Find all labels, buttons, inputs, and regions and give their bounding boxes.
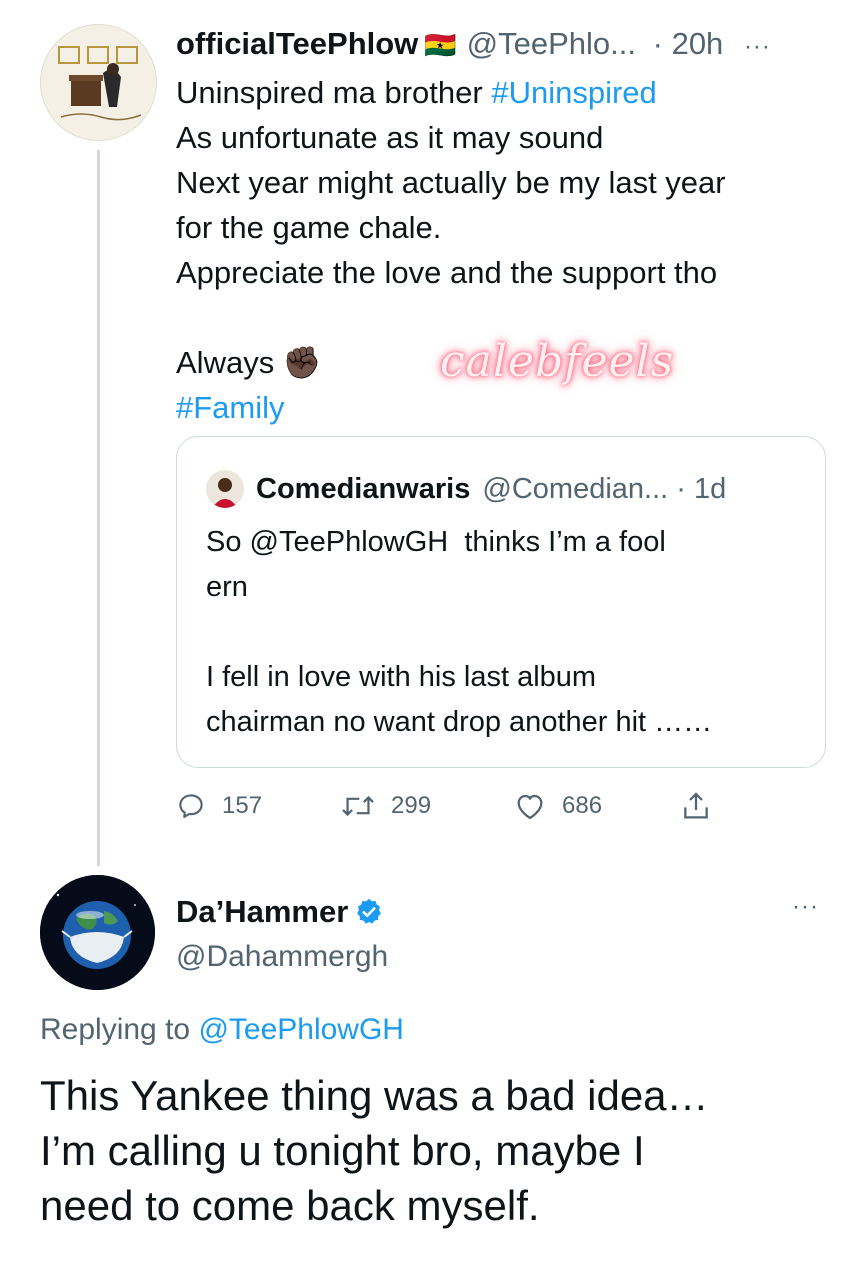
replying-to-mention-link[interactable]: @TeePhlowGH <box>198 1013 404 1046</box>
reply-icon <box>179 794 203 818</box>
quoted-author-handle[interactable]: @Comedian... <box>482 473 668 505</box>
like-button[interactable]: 686 <box>514 786 602 826</box>
tweet-body-line: Uninspired ma brother #Uninspired <box>176 70 826 115</box>
retweet-button[interactable]: 299 <box>341 786 431 826</box>
reply-author-avatar[interactable] <box>40 875 155 990</box>
tweet-body-text: As unfortunate as it may sound <box>176 120 604 155</box>
more-options-icon[interactable]: ··· <box>744 33 771 60</box>
tweet-body-line: Appreciate the love and the support tho <box>176 250 826 295</box>
album-art-avatar-image <box>41 25 156 140</box>
ghana-flag-icon: 🇬🇭 <box>424 30 457 60</box>
person-avatar-image <box>206 470 244 508</box>
tweet-body-line: #Family <box>176 385 826 430</box>
quoted-author-name[interactable]: Comedianwaris <box>256 473 470 505</box>
share-icon <box>684 792 708 819</box>
earth-with-mask-avatar-image <box>40 875 155 990</box>
tweet-body-line: for the game chale. <box>176 205 826 250</box>
quoted-tweet-timestamp[interactable]: · 1d <box>676 473 726 505</box>
tweet-action-bar: 157 299 686 <box>176 786 736 826</box>
reply-author-name-row: Da’Hammer <box>176 893 384 931</box>
hashtag-link[interactable]: #Family <box>176 390 285 425</box>
thread-connector-line <box>97 150 100 866</box>
tweet-body-text: Appreciate the love and the support tho <box>176 255 718 290</box>
share-button[interactable] <box>681 786 711 826</box>
quoted-tweet-body: So @TeePhlowGH thinks I’m a fool ern I f… <box>206 526 713 738</box>
reply-button[interactable]: 157 <box>176 786 262 826</box>
tweet-body-line <box>176 295 826 340</box>
reply-author-name[interactable]: Da’Hammer <box>176 893 348 931</box>
heart-icon <box>517 794 543 820</box>
quoted-author-avatar[interactable] <box>206 470 244 508</box>
tweet-body-line: Next year might actually be my last year <box>176 160 826 205</box>
tweet-body-text: for the game chale. <box>176 210 442 245</box>
author-name[interactable]: officialTeePhlow <box>176 26 418 61</box>
tweet-body-text: Uninspired ma brother <box>176 75 492 110</box>
tweet-body-text: Always ✊🏿 <box>176 345 322 380</box>
watermark-text: calebfeels <box>440 336 675 387</box>
tweet-body-line: As unfortunate as it may sound <box>176 115 826 160</box>
verified-badge-icon <box>357 898 382 924</box>
replying-to-prefix: Replying to <box>40 1013 199 1046</box>
tweet-body-text: Next year might actually be my last year <box>176 165 726 200</box>
quoted-tweet-header: Comedianwaris @Comedian... · 1d <box>256 471 726 507</box>
reply-author-handle[interactable]: @Dahammergh <box>176 938 388 976</box>
tweet-timestamp[interactable]: · 20h <box>653 26 724 61</box>
reply-count: 157 <box>222 792 263 819</box>
reply-more-options-icon[interactable]: ··· <box>792 893 819 921</box>
retweet-count: 299 <box>391 792 432 819</box>
reply-body: This Yankee thing was a bad idea… I’m ca… <box>40 1072 709 1229</box>
author-avatar[interactable] <box>40 24 157 141</box>
like-count: 686 <box>562 792 603 819</box>
author-handle[interactable]: @TeePhlo... <box>467 26 636 61</box>
replying-to-line: Replying to @TeePhlowGH <box>40 1011 404 1049</box>
tweet-header: officialTeePhlow 🇬🇭 @TeePhlo... · 20h ··· <box>176 26 771 65</box>
retweet-icon <box>342 795 374 817</box>
hashtag-link[interactable]: #Uninspired <box>491 75 656 110</box>
